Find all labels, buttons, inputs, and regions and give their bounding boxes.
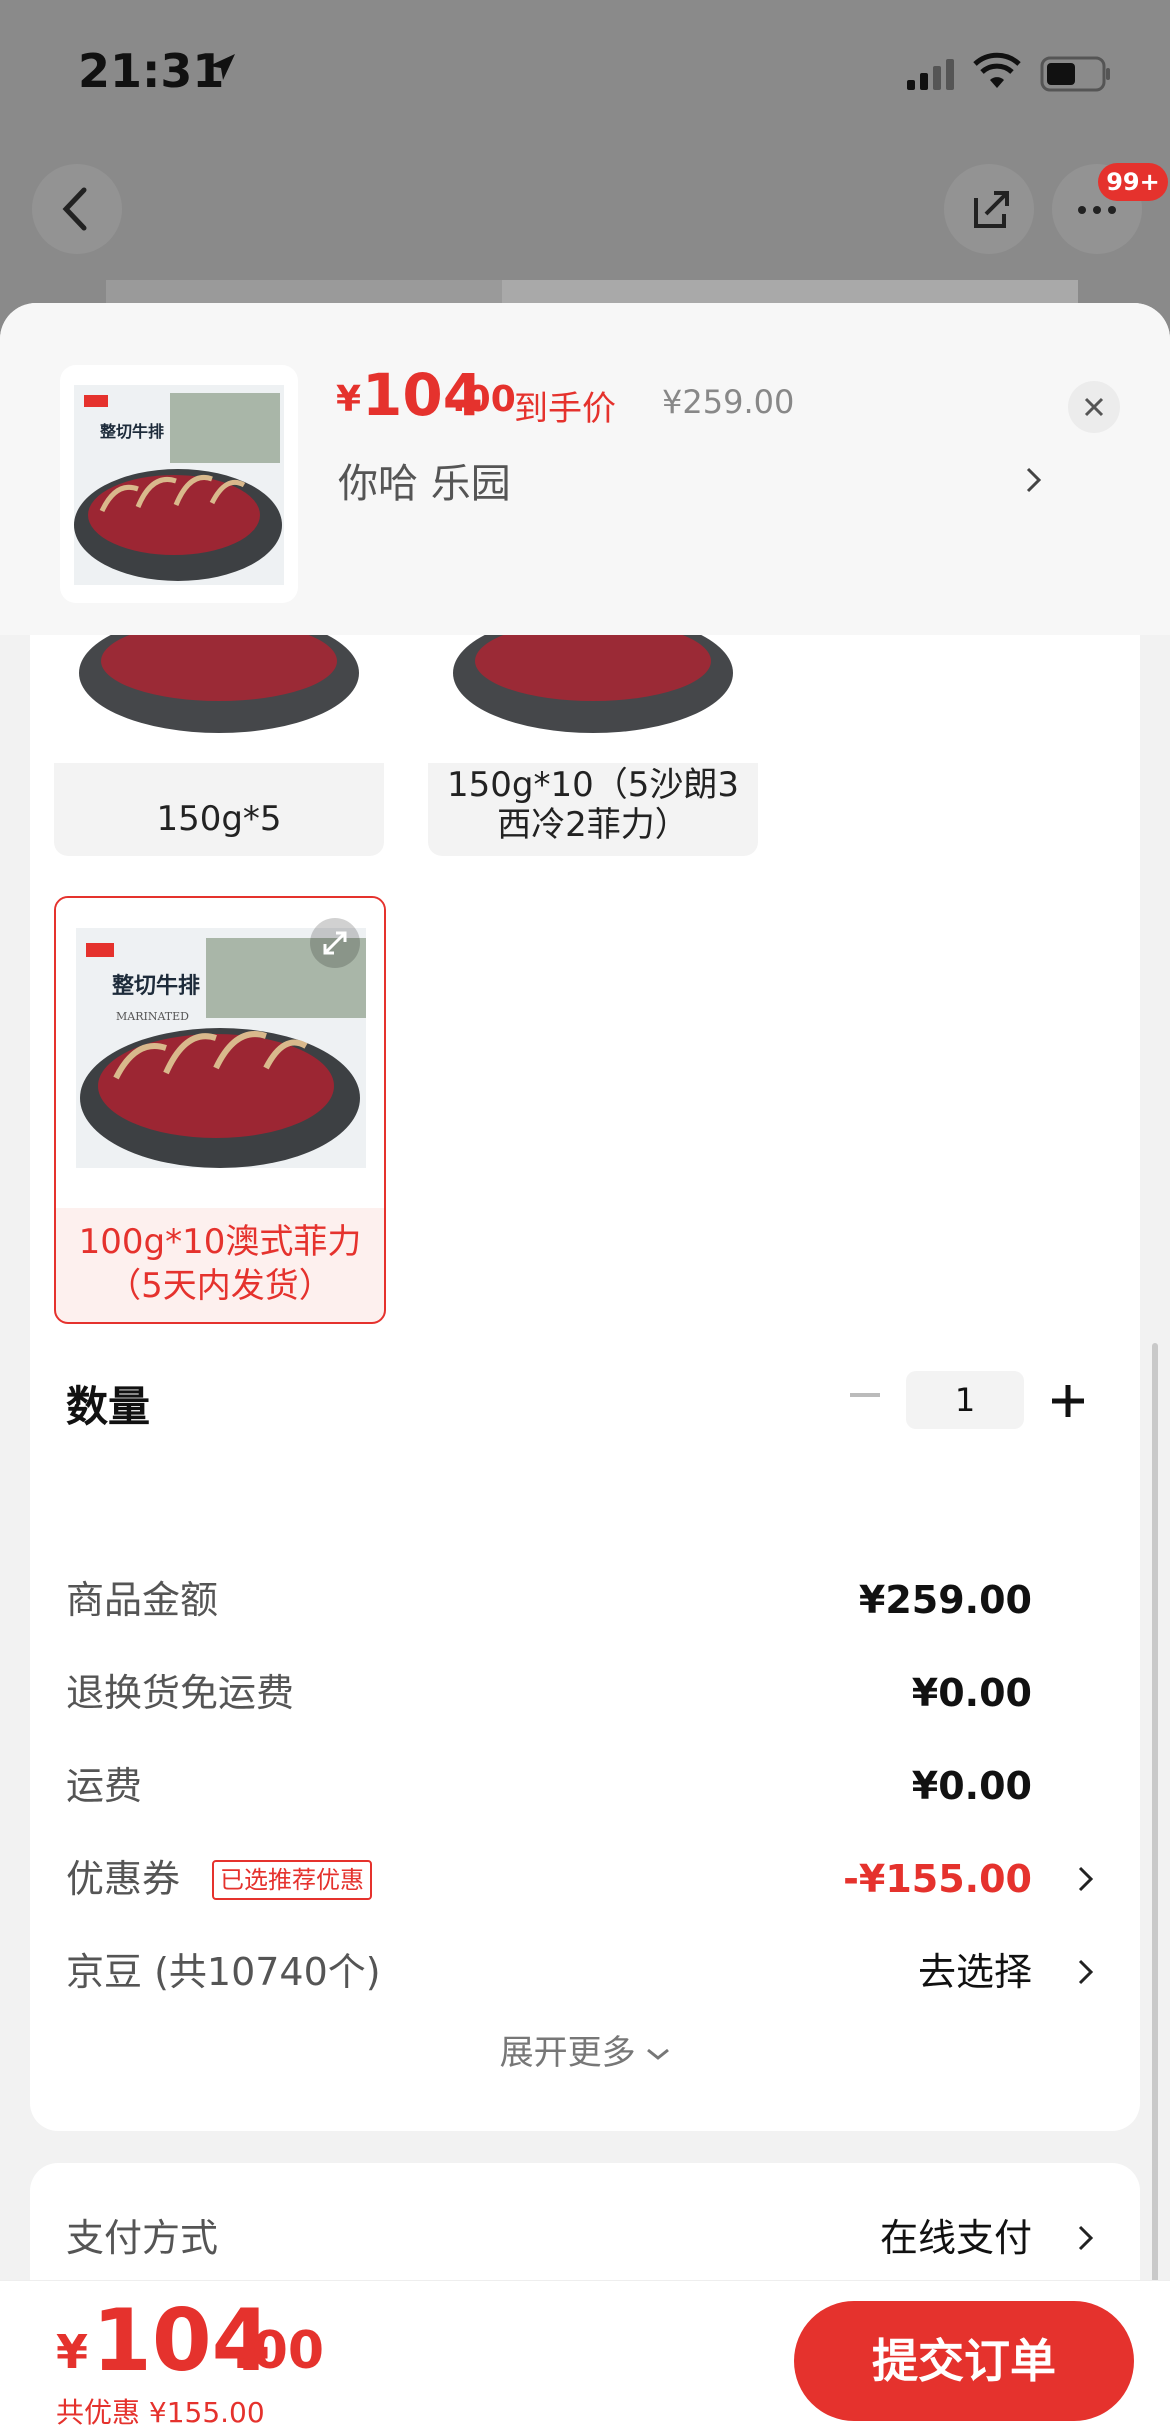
- close-button[interactable]: [1068, 381, 1120, 433]
- svg-text:整切牛排: 整切牛排: [112, 973, 200, 999]
- original-price: ¥259.00: [662, 383, 795, 421]
- summary-row-goods-amount: 商品金额 ¥259.00: [66, 1565, 1096, 1635]
- submit-order-button[interactable]: 提交订单: [794, 2301, 1134, 2421]
- spec-option-150g-10[interactable]: 150g*10（5沙朗3 西冷2菲力）: [428, 603, 758, 856]
- expand-more-label: 展开更多: [499, 2033, 636, 2073]
- payment-value: 在线支付: [879, 2216, 1032, 2260]
- summary-key: 优惠券: [66, 1857, 181, 1901]
- quantity-input[interactable]: 1: [906, 1371, 1024, 1429]
- coupon-selected-tag: 已选推荐优惠: [212, 1860, 372, 1900]
- clock: 21:31: [78, 44, 225, 98]
- close-icon: [1084, 397, 1104, 417]
- total-saving: 共优惠 ¥155.00: [56, 2396, 265, 2429]
- price-decimal: .00: [452, 379, 516, 420]
- spec-option-150g-5[interactable]: 150g*5: [54, 603, 384, 856]
- total-decimal: .00: [232, 2321, 325, 2381]
- status-bar: 21:31: [0, 0, 1170, 150]
- total-currency: ¥: [56, 2325, 89, 2379]
- chevron-right-icon: [1078, 2225, 1094, 2251]
- spec-option-label-line2: 西冷2菲力）: [497, 805, 689, 845]
- price-currency: ¥: [336, 379, 362, 420]
- summary-key: 退换货免运费: [66, 1671, 295, 1715]
- share-icon: [974, 191, 1009, 228]
- quantity-decrement-button[interactable]: [850, 1393, 880, 1397]
- product-thumbnail: 整切牛排: [60, 365, 298, 603]
- location-arrow-icon: [209, 54, 235, 80]
- payment-key: 支付方式: [66, 2216, 219, 2260]
- checkout-bar: ¥ 104 .00 共优惠 ¥155.00 提交订单: [0, 2280, 1170, 2431]
- svg-text:MARINATED: MARINATED: [116, 1010, 189, 1023]
- chevron-left-icon: [62, 187, 87, 231]
- wifi-icon: [973, 52, 1021, 88]
- expand-more-button[interactable]: 展开更多: [0, 2025, 1170, 2074]
- summary-row-coupon[interactable]: 优惠券 已选推荐优惠 -¥155.00: [66, 1844, 1096, 1914]
- scrollbar[interactable]: [1152, 1343, 1158, 2383]
- summary-value: 去选择: [917, 1950, 1032, 1994]
- product-summary-header: 整切牛排 ¥ 104 .00 到手价 ¥259.00 你哈 乐园: [0, 303, 1170, 635]
- summary-key: 商品金额: [66, 1578, 219, 1622]
- signal-icon: [907, 59, 954, 90]
- summary-row-jingdou[interactable]: 京豆 (共10740个) 去选择: [66, 1937, 1096, 2007]
- chevron-down-icon: [647, 2048, 670, 2060]
- spec-option-label-line1: 100g*10澳式菲力: [78, 1222, 362, 1262]
- svg-text:整切牛排: 整切牛排: [99, 422, 164, 441]
- summary-value: ¥0.00: [911, 1764, 1032, 1808]
- summary-value: ¥259.00: [858, 1578, 1032, 1622]
- battery-icon: [1040, 56, 1110, 92]
- quantity-increment-button[interactable]: [1048, 1381, 1088, 1421]
- chevron-right-icon[interactable]: [1024, 463, 1044, 497]
- spec-option-label-line1: 150g*10（5沙朗3: [446, 765, 739, 805]
- back-button[interactable]: [30, 162, 124, 256]
- summary-row-return-shipping: 退换货免运费 ¥0.00: [66, 1658, 1096, 1728]
- summary-key: 运费: [66, 1764, 143, 1808]
- chevron-right-icon: [1078, 1959, 1094, 1985]
- quantity-label: 数量: [66, 1382, 151, 1431]
- spec-option-label-line2: （5天内发货）: [107, 1266, 333, 1306]
- spec-option-label: 150g*5: [156, 799, 282, 839]
- chevron-right-icon: [1078, 1866, 1094, 1892]
- final-price-tag: 到手价: [514, 389, 616, 429]
- expand-image-icon[interactable]: [310, 918, 360, 968]
- selected-variant[interactable]: 你哈 乐园: [338, 451, 511, 509]
- summary-value: ¥0.00: [911, 1671, 1032, 1715]
- message-count-badge: 99+: [1098, 163, 1168, 201]
- spec-option-100g-10-selected[interactable]: 整切牛排 MARINATED 100g*10澳式菲力 （5天内发货）: [54, 896, 386, 1324]
- payment-method-row[interactable]: 支付方式 在线支付: [66, 2203, 1096, 2273]
- summary-row-shipping: 运费 ¥0.00: [66, 1751, 1096, 1821]
- summary-key: 京豆 (共10740个): [66, 1950, 381, 1994]
- summary-value: -¥155.00: [843, 1857, 1032, 1901]
- share-button[interactable]: [942, 162, 1036, 256]
- spec-selection-sheet: 150g*5 150g*10（5沙朗3 西冷2菲力） 整切牛排 MARINATE…: [0, 303, 1170, 2430]
